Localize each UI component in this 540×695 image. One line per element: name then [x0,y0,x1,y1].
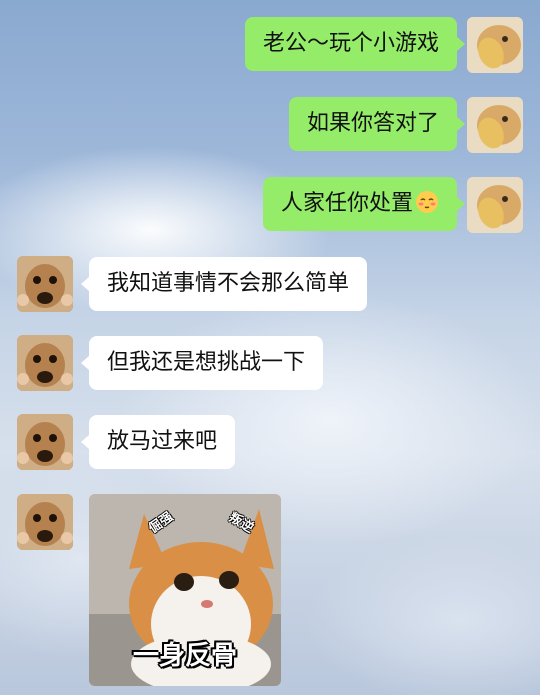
bubble-tail [457,117,465,131]
my-avatar[interactable] [467,177,523,233]
my-avatar[interactable] [467,97,523,153]
bubble-tail [81,435,89,449]
message-text: 如果你答对了 [306,111,439,136]
blushing-face-emoji [416,191,438,213]
contact-avatar[interactable] [17,414,73,470]
cat-avatar-image [467,17,523,73]
message-text: 人家任你处置 [280,191,413,216]
dog-avatar-image [17,335,73,391]
message-bubble-3[interactable]: 人家任你处置 [262,177,465,231]
message-bubble-6[interactable]: 放马过来吧 [81,415,236,469]
bubble-tail [457,37,465,51]
message-bubble-2[interactable]: 如果你答对了 [288,97,465,151]
dog-avatar-image [17,414,73,470]
contact-avatar[interactable] [17,494,73,550]
dog-avatar-image [17,494,73,550]
message-bubble-4[interactable]: 我知道事情不会那么简单 [81,257,368,311]
message-text: 但我还是想挑战一下 [107,350,306,375]
contact-avatar[interactable] [17,335,73,391]
message-bubble-1[interactable]: 老公～玩个小游戏 [244,17,465,71]
my-avatar[interactable] [467,17,523,73]
message-text: 放马过来吧 [107,429,218,454]
sticker-caption: 一身反骨 [132,641,237,671]
bubble-tail [81,277,89,291]
cat-sticker-message[interactable]: 倔强 叛逆 一身反骨 [89,494,281,686]
bubble-tail [457,197,465,211]
bubble-tail [81,356,89,370]
cat-avatar-image [467,177,523,233]
message-text: 我知道事情不会那么简单 [107,271,350,296]
dog-avatar-image [17,256,73,312]
contact-avatar[interactable] [17,256,73,312]
cat-avatar-image [467,97,523,153]
message-text: 老公～玩个小游戏 [262,31,439,56]
message-bubble-5[interactable]: 但我还是想挑战一下 [81,336,324,390]
